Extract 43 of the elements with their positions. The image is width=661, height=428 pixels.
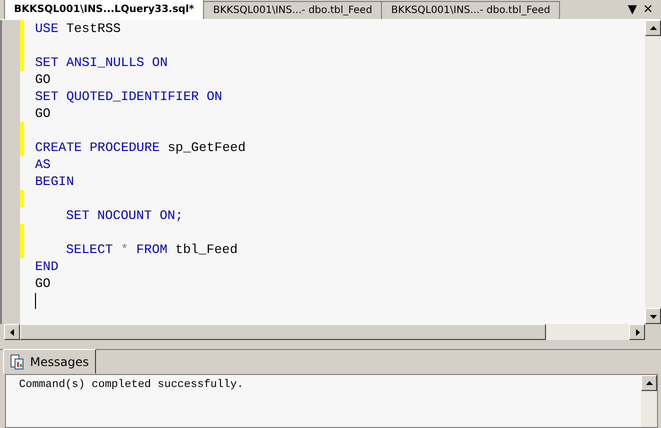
sql-keyword: NOCOUNT (97, 208, 152, 223)
scroll-up-button[interactable] (641, 375, 657, 391)
arrow-icon (634, 328, 640, 336)
sql-keyword: QUOTED_IDENTIFIER (66, 89, 199, 104)
arrow-icon (650, 24, 656, 32)
sql-identifier: GO (35, 72, 51, 87)
sql-keyword: END (35, 259, 58, 274)
sql-keyword: USE (35, 21, 58, 36)
sql-identifier: TestRSS (66, 21, 121, 36)
sql-keyword: CREATE (35, 140, 82, 155)
sql-keyword: PROCEDURE (90, 140, 160, 155)
change-marker (20, 190, 24, 207)
sql-keyword: ANSI_NULLS (66, 55, 144, 70)
scroll-down-button[interactable] (645, 308, 661, 324)
arrow-icon (650, 312, 656, 320)
document-tab[interactable]: BKKSQL001\INS...LQuery33.sql* (4, 0, 204, 19)
arrow-icon (8, 328, 16, 336)
messages-icon (10, 354, 24, 370)
sql-keyword: AS (35, 157, 51, 172)
arrow-icon (646, 380, 652, 386)
sql-keyword: BEGIN (35, 174, 74, 189)
sql-keyword: FROM (136, 242, 168, 257)
scroll-right-button[interactable] (629, 324, 645, 340)
sql-keyword: SELECT (66, 242, 113, 257)
sql-keyword: ON (206, 89, 222, 104)
messages-tab[interactable]: Messages (3, 349, 96, 374)
message-text: Command(s) completed successfully. (18, 378, 244, 393)
sql-keyword: ON (152, 55, 168, 70)
scroll-up-button[interactable] (645, 20, 661, 36)
sql-identifier: sp_GetFeed (168, 140, 246, 155)
document-tab[interactable]: BKKSQL001\INS...- dbo.tbl_Feed (381, 1, 560, 19)
scroll-thumb[interactable] (20, 324, 546, 340)
scroll-left-button[interactable] (4, 324, 20, 340)
sql-keyword: SET (66, 208, 90, 223)
close-button[interactable]: ✕ (642, 2, 653, 16)
sql-keyword: SET (35, 89, 58, 104)
sql-identifier: GO (35, 106, 51, 121)
sql-operator: * (120, 242, 128, 257)
sql-keyword: SET (35, 55, 58, 70)
dropdown-button[interactable]: ▼ (628, 2, 637, 16)
sql-identifier: tbl_Feed (175, 242, 238, 257)
sql-identifier: GO (35, 276, 51, 291)
sql-keyword: ON; (160, 208, 184, 223)
